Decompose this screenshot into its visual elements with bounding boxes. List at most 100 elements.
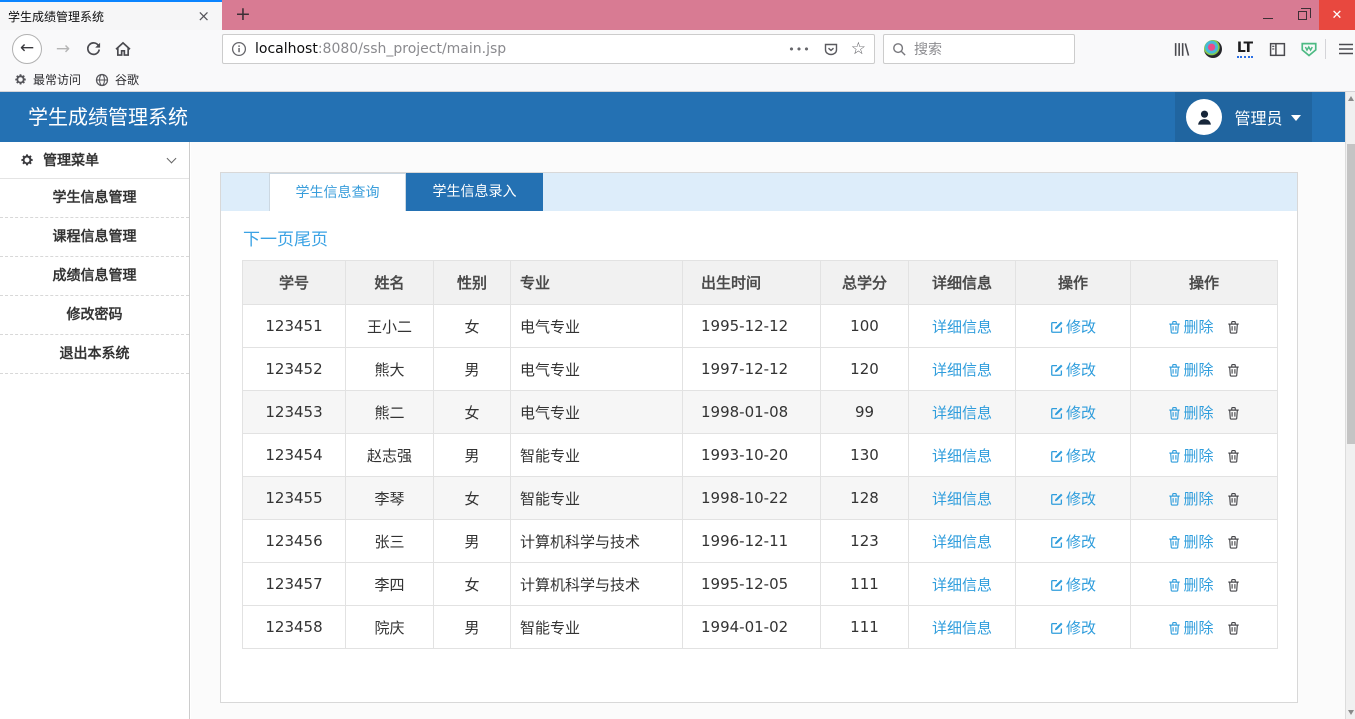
home-button[interactable]: [110, 30, 136, 68]
delete-link[interactable]: 删除: [1168, 318, 1213, 336]
edit-link[interactable]: 修改: [1050, 361, 1096, 379]
new-tab-button[interactable]: +: [228, 0, 258, 30]
delete-link[interactable]: 删除: [1168, 490, 1213, 508]
student-credits-cell: 100: [821, 305, 909, 348]
bookmark-most-visited[interactable]: 最常访问: [14, 71, 81, 88]
trash-icon: [1168, 492, 1181, 506]
edit-link[interactable]: 修改: [1050, 533, 1096, 551]
window-controls: ✕: [1251, 0, 1355, 30]
delete-cell: 删除: [1131, 305, 1278, 348]
trash-icon[interactable]: [1227, 578, 1240, 592]
sidebar-item-change-password[interactable]: 修改密码: [0, 296, 189, 335]
edit-link[interactable]: 修改: [1050, 318, 1096, 336]
trash-icon[interactable]: [1227, 363, 1240, 377]
menu-button[interactable]: [1333, 30, 1355, 68]
scroll-down-icon[interactable]: [1348, 710, 1354, 715]
detail-cell: 详细信息: [909, 305, 1016, 348]
detail-link[interactable]: 详细信息: [932, 619, 992, 637]
bookmark-google[interactable]: 谷歌: [95, 71, 139, 88]
edit-link[interactable]: 修改: [1050, 404, 1096, 422]
toolbar-divider: [1325, 39, 1326, 59]
trash-icon[interactable]: [1227, 320, 1240, 334]
student-name-cell: 院庆: [346, 606, 434, 649]
edit-link[interactable]: 修改: [1050, 619, 1096, 637]
delete-link[interactable]: 删除: [1168, 533, 1213, 551]
next-page-link[interactable]: 下一页: [243, 230, 294, 250]
pagination: 下一页尾页: [243, 225, 1276, 250]
delete-link[interactable]: 删除: [1168, 447, 1213, 465]
edit-link[interactable]: 修改: [1050, 490, 1096, 508]
restore-button[interactable]: [1285, 0, 1319, 30]
student-birthdate-cell: 1997-12-12: [683, 348, 821, 391]
tab-student-entry[interactable]: 学生信息录入: [406, 173, 543, 211]
caret-down-icon: [1291, 115, 1301, 121]
browser-tab[interactable]: 学生成绩管理系统 ×: [0, 0, 222, 30]
detail-link[interactable]: 详细信息: [932, 361, 992, 379]
languagetool-icon: LT: [1237, 41, 1253, 58]
library-button[interactable]: [1168, 30, 1194, 68]
user-icon: [1195, 108, 1214, 127]
reload-button[interactable]: [80, 30, 106, 68]
trash-icon[interactable]: [1227, 492, 1240, 506]
table-header-row: 学号 姓名 性别 专业 出生时间 总学分 详细信息 操作 操作: [243, 261, 1278, 305]
pocket-shield-icon[interactable]: [823, 41, 839, 57]
detail-link[interactable]: 详细信息: [932, 533, 992, 551]
url-bar[interactable]: localhost:8080/ssh_project/main.jsp ••• …: [222, 34, 875, 64]
scroll-up-icon[interactable]: [1348, 96, 1354, 101]
sidebar-menu-header[interactable]: 管理菜单: [0, 142, 189, 179]
sidebar-item-student-info[interactable]: 学生信息管理: [0, 179, 189, 218]
sidebar-item-logout[interactable]: 退出本系统: [0, 335, 189, 374]
search-icon: [892, 42, 907, 57]
student-credits-cell: 111: [821, 606, 909, 649]
tab-student-query[interactable]: 学生信息查询: [269, 173, 406, 211]
detail-cell: 详细信息: [909, 434, 1016, 477]
detail-link[interactable]: 详细信息: [932, 447, 992, 465]
tab-close-icon[interactable]: ×: [193, 7, 214, 25]
edit-cell: 修改: [1016, 477, 1131, 520]
delete-link[interactable]: 删除: [1168, 361, 1213, 379]
search-box[interactable]: 搜索: [883, 34, 1075, 64]
last-page-link[interactable]: 尾页: [294, 230, 328, 250]
edit-icon: [1050, 578, 1064, 592]
screenshot-extension-button[interactable]: [1200, 30, 1226, 68]
url-text[interactable]: localhost:8080/ssh_project/main.jsp: [255, 41, 776, 57]
detail-cell: 详细信息: [909, 563, 1016, 606]
page-scrollbar[interactable]: [1345, 92, 1355, 719]
students-table: 学号 姓名 性别 专业 出生时间 总学分 详细信息 操作 操作 123451王小…: [242, 260, 1278, 649]
student-id-cell: 123458: [243, 606, 346, 649]
detail-link[interactable]: 详细信息: [932, 318, 992, 336]
trash-icon[interactable]: [1227, 535, 1240, 549]
minimize-button[interactable]: [1251, 0, 1285, 30]
trash-icon[interactable]: [1227, 449, 1240, 463]
edit-link[interactable]: 修改: [1050, 447, 1096, 465]
delete-link[interactable]: 删除: [1168, 619, 1213, 637]
student-name-cell: 王小二: [346, 305, 434, 348]
sidebar-item-grade-info[interactable]: 成绩信息管理: [0, 257, 189, 296]
detail-link[interactable]: 详细信息: [932, 404, 992, 422]
bookmark-star-icon[interactable]: ☆: [851, 39, 866, 59]
trash-icon[interactable]: [1227, 621, 1240, 635]
back-button[interactable]: ←: [10, 30, 44, 68]
sidebar-toggle-button[interactable]: [1264, 30, 1290, 68]
student-major-cell: 计算机科学与技术: [511, 563, 683, 606]
detail-link[interactable]: 详细信息: [932, 576, 992, 594]
scrollbar-thumb[interactable]: [1347, 144, 1355, 444]
delete-link[interactable]: 删除: [1168, 404, 1213, 422]
detail-link[interactable]: 详细信息: [932, 490, 992, 508]
sidebar-item-course-info[interactable]: 课程信息管理: [0, 218, 189, 257]
close-button[interactable]: ✕: [1319, 0, 1355, 30]
delete-link[interactable]: 删除: [1168, 576, 1213, 594]
page-actions-icon[interactable]: •••: [788, 43, 810, 56]
admin-menu[interactable]: 管理员: [1175, 92, 1312, 142]
languagetool-button[interactable]: LT: [1231, 30, 1259, 68]
student-name-cell: 李琴: [346, 477, 434, 520]
forward-button[interactable]: →: [50, 30, 76, 68]
bookmark-label: 谷歌: [115, 71, 139, 88]
table-row: 123457李四女计算机科学与技术1995-12-05111详细信息修改删除: [243, 563, 1278, 606]
site-info-icon[interactable]: [231, 41, 247, 57]
table-row: 123453熊二女电气专业1998-01-0899详细信息修改删除: [243, 391, 1278, 434]
trash-icon[interactable]: [1227, 406, 1240, 420]
trash-icon: [1168, 363, 1181, 377]
wappalyzer-button[interactable]: [1296, 30, 1322, 68]
edit-link[interactable]: 修改: [1050, 576, 1096, 594]
